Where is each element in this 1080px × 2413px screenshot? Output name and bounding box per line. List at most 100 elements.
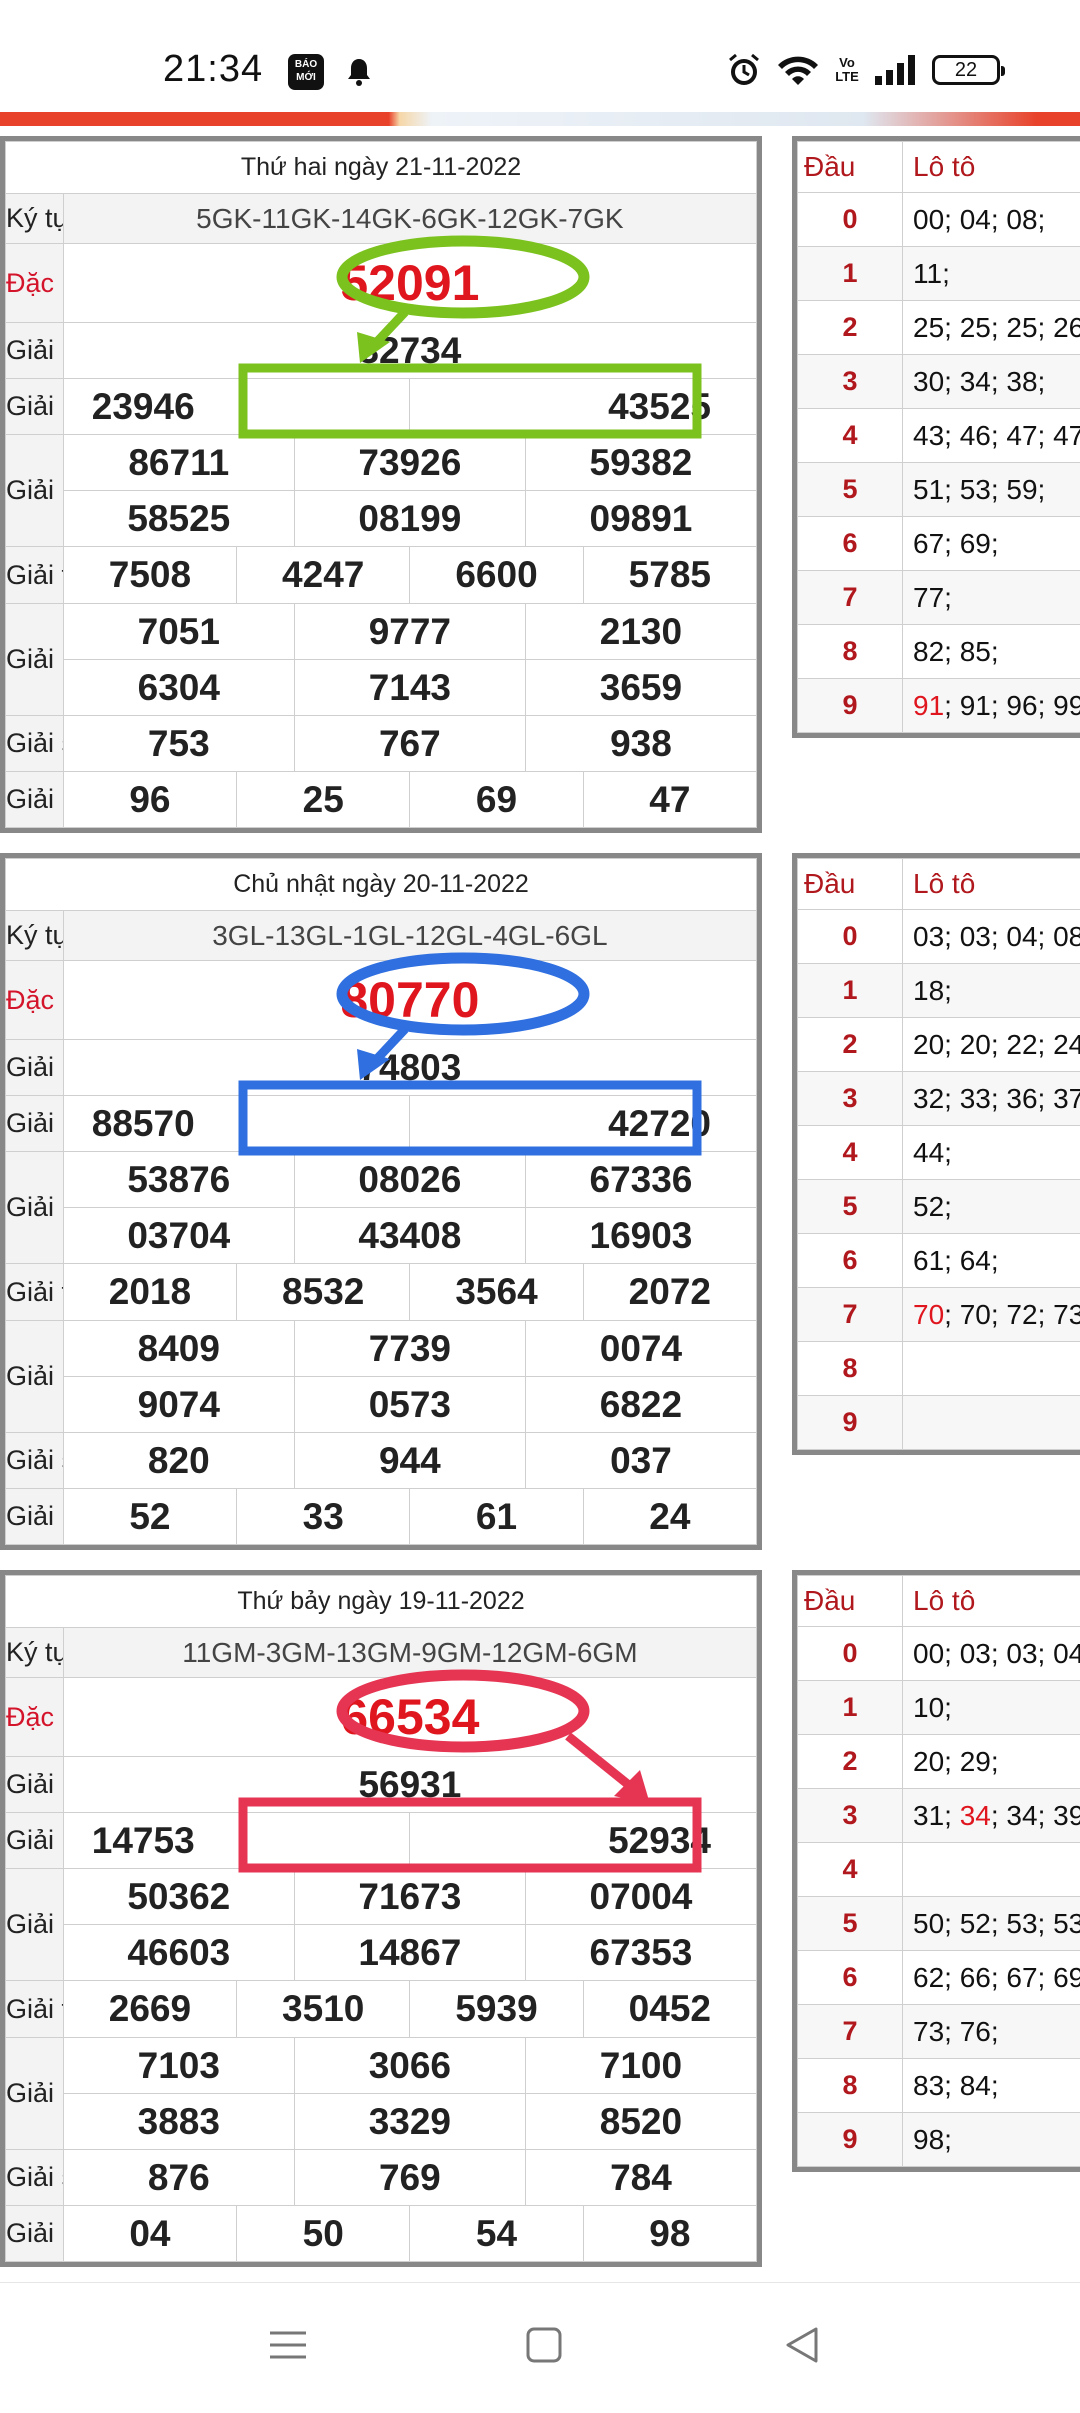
- third-prize: 09891: [525, 491, 756, 547]
- label-giai-sau: Giải sáu: [6, 2150, 64, 2206]
- result-table: Thứ hai ngày 21-11-2022 Ký tự5GK-11GK-14…: [0, 136, 762, 833]
- third-prize: 73926: [294, 435, 525, 491]
- loto-dau: 3: [798, 355, 903, 409]
- loto-values: 83; 84;: [903, 2059, 1080, 2113]
- second-prize: 23946: [63, 379, 410, 435]
- loto-number-list: 62; 66; 67; 69: [913, 1962, 1080, 1993]
- label-giai-tu: Giải tư: [6, 547, 64, 604]
- loto-dau: 9: [798, 679, 903, 733]
- baomoi-notification-icon: BÁO MỚI: [288, 54, 324, 90]
- loto-values: [903, 1396, 1080, 1450]
- fourth-prize: 2072: [583, 1264, 756, 1321]
- loto-special-number: 34: [960, 1800, 991, 1831]
- label-giai-nam: Giải năm: [6, 2038, 64, 2150]
- loto-dau: 2: [798, 1735, 903, 1789]
- label-giai-sau: Giải sáu: [6, 1433, 64, 1489]
- third-prize: 58525: [63, 491, 294, 547]
- loto-values: 67; 69;: [903, 517, 1080, 571]
- loto-dau: 2: [798, 301, 903, 355]
- third-prize: 03704: [63, 1208, 294, 1264]
- loto-number-list: 20; 20; 22; 24: [913, 1029, 1080, 1060]
- back-icon[interactable]: [782, 2325, 822, 2365]
- fifth-prize: 3066: [294, 2038, 525, 2094]
- loto-dau: 1: [798, 964, 903, 1018]
- loto-number-list: 18;: [913, 975, 952, 1006]
- loto-number-list: 61; 64;: [913, 1245, 999, 1276]
- loto-dau: 6: [798, 1234, 903, 1288]
- loto-values: 62; 66; 67; 69: [903, 1951, 1080, 2005]
- label-giai-nhat: Giải nhất: [6, 323, 64, 379]
- loto-dau: 3: [798, 1072, 903, 1126]
- result-table: Chủ nhật ngày 20-11-2022 Ký tự3GL-13GL-1…: [0, 853, 762, 1550]
- loto-dau: 1: [798, 247, 903, 301]
- seventh-prize: 98: [583, 2206, 756, 2262]
- fourth-prize: 7508: [63, 547, 236, 604]
- draw-date: Thứ hai ngày 21-11-2022: [6, 142, 757, 194]
- special-prize: 52091: [63, 244, 756, 323]
- label-dac-biet: Đặc biệt: [6, 1678, 64, 1757]
- label-dac-biet: Đặc biệt: [6, 244, 64, 323]
- sixth-prize: 767: [294, 716, 525, 772]
- second-prize: 88570: [63, 1096, 410, 1152]
- wifi-icon: [776, 53, 820, 87]
- label-dac-biet: Đặc biệt: [6, 961, 64, 1040]
- loto-dau: 7: [798, 1288, 903, 1342]
- loto-number-list: 77;: [913, 582, 952, 613]
- loto-values: [903, 1342, 1080, 1396]
- loto-values: 00; 04; 08;: [903, 193, 1080, 247]
- loto-dau: 4: [798, 1126, 903, 1180]
- third-prize: 86711: [63, 435, 294, 491]
- fifth-prize: 8520: [525, 2094, 756, 2150]
- label-giai-nhi: Giải nhì: [6, 1813, 64, 1869]
- sixth-prize: 938: [525, 716, 756, 772]
- loto-dau: 5: [798, 1897, 903, 1951]
- loto-values: 10;: [903, 1681, 1080, 1735]
- loto-values: 43; 46; 47; 47: [903, 409, 1080, 463]
- label-giai-nhat: Giải nhất: [6, 1040, 64, 1096]
- seventh-prize: 24: [583, 1489, 756, 1545]
- seventh-prize: 33: [237, 1489, 410, 1545]
- fifth-prize: 0074: [525, 1321, 756, 1377]
- menu-icon[interactable]: [268, 2325, 308, 2365]
- label-ky-tu: Ký tự: [6, 194, 64, 244]
- loto-values: 61; 64;: [903, 1234, 1080, 1288]
- loto-number-list: 98;: [913, 2124, 952, 2155]
- loto-dau: 5: [798, 1180, 903, 1234]
- ky-tu-value: 11GM-3GM-13GM-9GM-12GM-6GM: [63, 1628, 756, 1678]
- third-prize: 08199: [294, 491, 525, 547]
- loto-header-dau: Đầu: [798, 1576, 903, 1627]
- loto-number-list: 83; 84;: [913, 2070, 999, 2101]
- loto-number-list: 52;: [913, 1191, 952, 1222]
- label-ky-tu: Ký tự: [6, 911, 64, 961]
- label-giai-tu: Giải tư: [6, 1264, 64, 1321]
- fourth-prize: 6600: [410, 547, 583, 604]
- fourth-prize: 0452: [583, 1981, 756, 2038]
- loto-dau: 9: [798, 1396, 903, 1450]
- fourth-prize: 5785: [583, 547, 756, 604]
- seventh-prize: 50: [237, 2206, 410, 2262]
- loto-header-dau: Đầu: [798, 859, 903, 910]
- loto-values: 20; 20; 22; 24: [903, 1018, 1080, 1072]
- loto-number-list: 44;: [913, 1137, 952, 1168]
- loto-number-list: 00; 04; 08;: [913, 204, 1045, 235]
- loto-values: [903, 1843, 1080, 1897]
- loto-values: 70; 70; 72; 73: [903, 1288, 1080, 1342]
- sixth-prize: 876: [63, 2150, 294, 2206]
- label-giai-nam: Giải năm: [6, 604, 64, 716]
- fifth-prize: 7103: [63, 2038, 294, 2094]
- third-prize: 43408: [294, 1208, 525, 1264]
- loto-number-list: 82; 85;: [913, 636, 999, 667]
- loto-dau: 9: [798, 2113, 903, 2167]
- loto-values: 91; 91; 96; 99: [903, 679, 1080, 733]
- ky-tu-value: 5GK-11GK-14GK-6GK-12GK-7GK: [63, 194, 756, 244]
- home-icon[interactable]: [524, 2325, 564, 2365]
- signal-icon: [874, 54, 918, 86]
- third-prize: 14867: [294, 1925, 525, 1981]
- loto-header-loto: Lô tô: [903, 142, 1080, 193]
- third-prize: 08026: [294, 1152, 525, 1208]
- loto-dau: 7: [798, 2005, 903, 2059]
- seventh-prize: 96: [63, 772, 236, 828]
- loto-table: ĐầuLô tô000; 03; 03; 04110;220; 29;331; …: [792, 1570, 1080, 2172]
- loto-number-list: 30; 34; 38;: [913, 366, 1045, 397]
- loto-values: 20; 29;: [903, 1735, 1080, 1789]
